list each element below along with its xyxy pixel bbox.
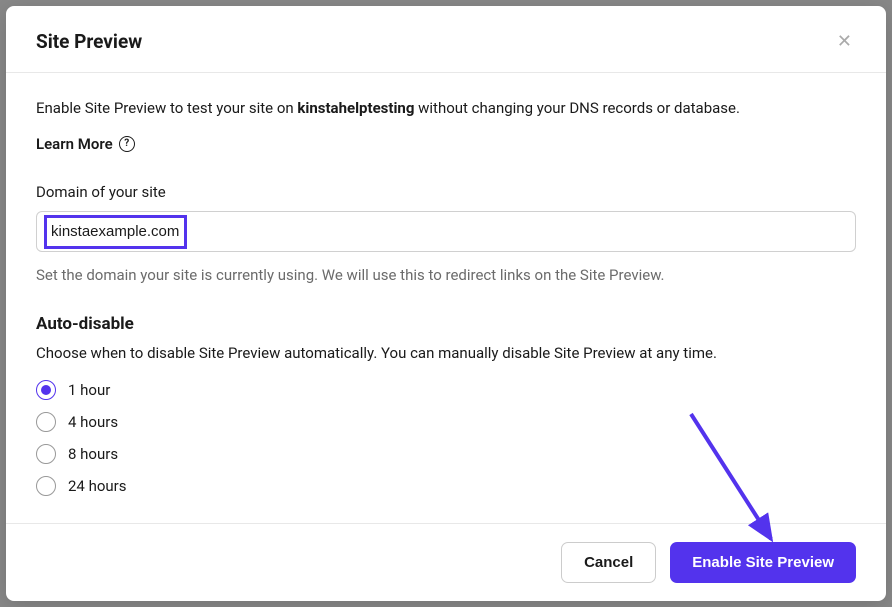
radio-icon: [36, 380, 56, 400]
radio-option-8hours[interactable]: 8 hours: [36, 444, 856, 464]
auto-disable-radio-group: 1 hour 4 hours 8 hours 24 hours: [36, 380, 856, 496]
help-icon: ?: [119, 136, 135, 152]
desc-prefix: Enable Site Preview to test your site on: [36, 99, 297, 117]
radio-icon: [36, 412, 56, 432]
radio-icon: [36, 444, 56, 464]
modal-title: Site Preview: [36, 30, 142, 53]
radio-label: 1 hour: [68, 381, 110, 399]
description-text: Enable Site Preview to test your site on…: [36, 97, 856, 120]
domain-field-label: Domain of your site: [36, 183, 856, 201]
radio-option-24hours[interactable]: 24 hours: [36, 476, 856, 496]
enable-site-preview-button[interactable]: Enable Site Preview: [670, 542, 856, 583]
modal-header: Site Preview ✕: [6, 6, 886, 73]
radio-label: 4 hours: [68, 413, 118, 431]
radio-option-1hour[interactable]: 1 hour: [36, 380, 856, 400]
radio-label: 24 hours: [68, 477, 127, 495]
desc-bold: kinstahelptesting: [297, 99, 414, 117]
auto-disable-heading: Auto-disable: [36, 314, 856, 334]
learn-more-link[interactable]: Learn More ?: [36, 135, 135, 153]
cancel-button[interactable]: Cancel: [561, 542, 656, 583]
close-button[interactable]: ✕: [833, 28, 856, 54]
desc-suffix: without changing your DNS records or dat…: [414, 99, 740, 117]
domain-helper-text: Set the domain your site is currently us…: [36, 266, 856, 284]
close-icon: ✕: [837, 31, 852, 51]
learn-more-label: Learn More: [36, 135, 113, 153]
modal-footer: Cancel Enable Site Preview: [6, 523, 886, 601]
auto-disable-desc: Choose when to disable Site Preview auto…: [36, 344, 856, 362]
radio-option-4hours[interactable]: 4 hours: [36, 412, 856, 432]
domain-input-wrapper: [36, 211, 856, 252]
domain-input[interactable]: [36, 211, 856, 252]
modal-body: Enable Site Preview to test your site on…: [6, 73, 886, 523]
radio-icon: [36, 476, 56, 496]
site-preview-modal: Site Preview ✕ Enable Site Preview to te…: [6, 6, 886, 601]
radio-label: 8 hours: [68, 445, 118, 463]
